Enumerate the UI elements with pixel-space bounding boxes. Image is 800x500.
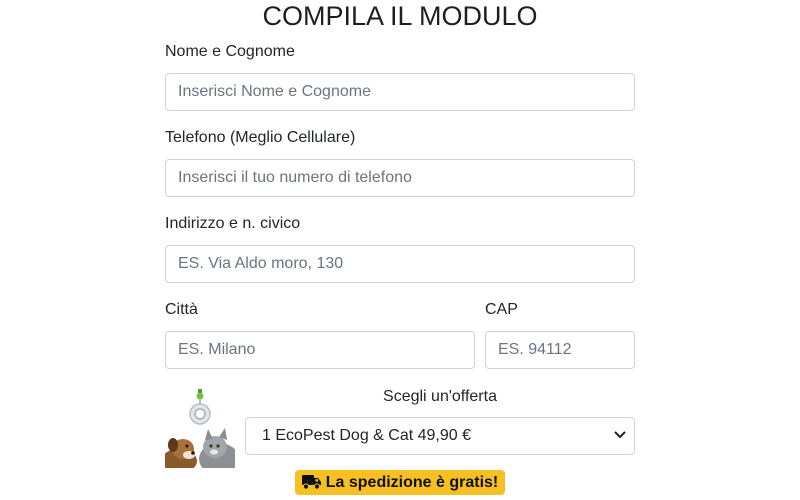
address-label: Indirizzo e n. civico	[165, 215, 301, 232]
shipping-text: La spedizione è gratis!	[325, 474, 499, 491]
name-input[interactable]	[165, 73, 635, 111]
offer-block: Scegli un'offerta 1 EcoPest Dog & Cat 49…	[245, 385, 635, 455]
offer-select[interactable]: 1 EcoPest Dog & Cat 49,90 €	[245, 417, 635, 455]
address-input[interactable]	[165, 245, 635, 283]
cap-group: CAP	[485, 298, 635, 369]
city-input[interactable]	[165, 331, 475, 369]
chevron-down-icon	[614, 418, 626, 454]
phone-group: Telefono (Meglio Cellulare)	[165, 126, 635, 197]
offer-selected-value: 1 EcoPest Dog & Cat 49,90 €	[262, 427, 472, 444]
phone-input[interactable]	[165, 159, 635, 197]
name-group: Nome e Cognome	[165, 40, 635, 111]
phone-label: Telefono (Meglio Cellulare)	[165, 129, 356, 146]
offer-label: Scegli un'offerta	[383, 388, 497, 405]
cap-label: CAP	[485, 301, 518, 318]
city-group: Città	[165, 298, 475, 369]
free-shipping-badge: La spedizione è gratis!	[295, 470, 505, 495]
truck-icon	[301, 473, 322, 498]
city-label: Città	[165, 301, 198, 318]
page-title: COMPILA IL MODULO	[262, 1, 538, 31]
name-label: Nome e Cognome	[165, 43, 295, 60]
product-image	[165, 385, 235, 468]
cap-input[interactable]	[485, 331, 635, 369]
address-group: Indirizzo e n. civico	[165, 212, 635, 283]
offer-row: Scegli un'offerta 1 EcoPest Dog & Cat 49…	[165, 385, 635, 468]
